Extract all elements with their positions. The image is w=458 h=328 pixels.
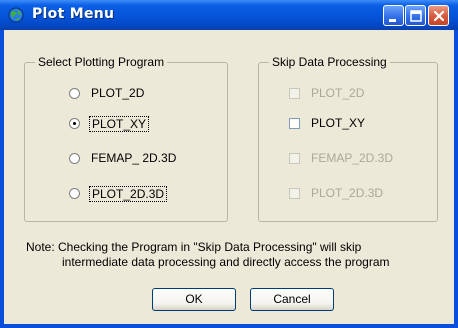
radio-button-selected[interactable] — [69, 118, 80, 129]
note-line-1: Note: Checking the Program in "Skip Data… — [26, 240, 362, 254]
ok-button[interactable]: OK — [152, 288, 236, 311]
checkbox-label: PLOT_XY — [311, 116, 366, 130]
radio-label: PLOT_2D.3D — [89, 186, 168, 202]
globe-icon — [8, 7, 24, 23]
note-text: Note: Checking the Program in "Skip Data… — [26, 240, 446, 270]
group-title-select-program: Select Plotting Program — [35, 55, 168, 69]
checkbox[interactable] — [289, 188, 300, 199]
radio-button[interactable] — [69, 188, 80, 199]
checkbox-label: PLOT_2D — [311, 86, 365, 100]
note-line-2: intermediate data processing and directl… — [62, 255, 390, 269]
group-title-skip-processing: Skip Data Processing — [269, 55, 390, 69]
close-button[interactable] — [428, 5, 449, 26]
radio-label: PLOT_2D — [91, 86, 145, 100]
radio-label: FEMAP_ 2D.3D — [91, 151, 177, 165]
minimize-button[interactable] — [383, 5, 404, 26]
radio-button[interactable] — [69, 153, 80, 164]
title-bar[interactable]: Plot Menu — [0, 0, 458, 30]
checkbox-label: FEMAP_2D.3D — [311, 151, 394, 165]
minimize-icon — [389, 19, 396, 22]
window-title: Plot Menu — [32, 6, 115, 22]
maximize-button[interactable] — [405, 5, 426, 26]
radio-button[interactable] — [69, 88, 80, 99]
checkbox[interactable] — [289, 153, 300, 164]
checkbox[interactable] — [289, 118, 300, 129]
checkbox-label: PLOT_2D.3D — [311, 186, 384, 200]
radio-label: PLOT_XY — [89, 116, 150, 132]
maximize-icon — [410, 10, 422, 22]
checkbox[interactable] — [289, 88, 300, 99]
cancel-button[interactable]: Cancel — [250, 288, 334, 311]
plot-menu-window: Plot Menu Select Plotting Program PLOT_2… — [0, 0, 458, 328]
close-icon — [433, 10, 445, 22]
skip-data-processing-group: Skip Data Processing PLOT_2D PLOT_XY FEM… — [258, 55, 438, 222]
select-plotting-program-group: Select Plotting Program PLOT_2D PLOT_XY … — [24, 55, 228, 222]
